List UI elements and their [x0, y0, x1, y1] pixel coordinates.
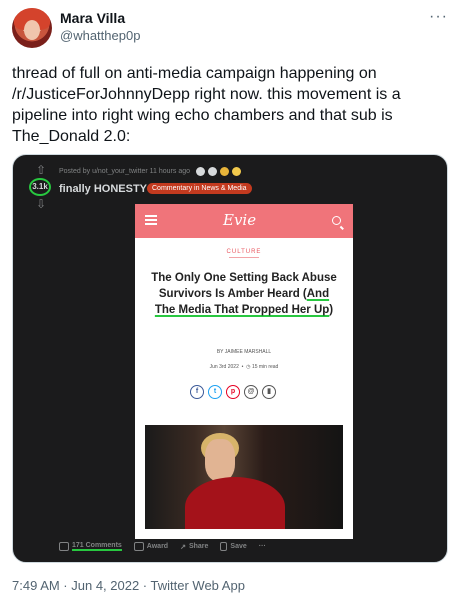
award-icon [208, 167, 218, 176]
tweet-media-screenshot[interactable]: ⇧ 3.1k ⇩ Posted by u/not_your_twitter 11… [12, 154, 448, 563]
email-icon: @ [244, 385, 258, 399]
award-icon [196, 167, 206, 176]
flipboard-icon: ▮ [262, 385, 276, 399]
category-divider [229, 257, 259, 258]
tweet-text: thread of full on anti-media campaign ha… [12, 65, 401, 145]
award-label: Award [146, 543, 169, 550]
article-header: Evie [135, 204, 353, 238]
save-label: Save [230, 543, 247, 550]
menu-icon [145, 215, 157, 225]
posted-by: Posted by u/not_your_twitter 11 hours ag… [59, 168, 191, 175]
site-logo: Evie [223, 211, 257, 229]
search-icon [332, 216, 341, 225]
tweet-timestamp[interactable]: 7:49 AM · Jun 4, 2022 · Twitter Web App [12, 578, 245, 593]
article-screenshot: Evie CULTURE The Only One Setting Back A… [135, 204, 353, 539]
share-label: Share [188, 543, 209, 550]
author-name[interactable]: Mara Villa [60, 10, 125, 26]
twitter-icon: t [208, 385, 222, 399]
post-flair[interactable]: Commentary in News & Media [147, 183, 252, 194]
author-handle[interactable]: @whatthep0p [60, 28, 140, 43]
photo-face [205, 439, 235, 481]
tweet-card: Mara Villa @whatthep0p ··· thread of ful… [0, 0, 462, 600]
headline-end: ) [329, 304, 334, 316]
article-date-row: Jun 3rd 2022 • ◷ 15 min read [135, 364, 353, 370]
save-button[interactable]: Save [220, 542, 247, 551]
read-time: 15 min read [251, 364, 279, 370]
post-meta: Posted by u/not_your_twitter 11 hours ag… [59, 167, 242, 176]
share-icon: ↗ [180, 543, 186, 551]
avatar[interactable] [12, 8, 52, 48]
comments-button[interactable]: 171 Comments [59, 542, 122, 551]
award-button[interactable]: Award [133, 542, 169, 551]
award-icons [196, 167, 242, 176]
downvote-icon[interactable]: ⇩ [29, 198, 53, 210]
comment-icon [59, 542, 69, 551]
article-category: CULTURE [226, 249, 262, 255]
article-headline: The Only One Setting Back Abuse Survivor… [151, 270, 337, 318]
article-photo [145, 425, 343, 529]
article-byline: BY JAIMEE MARSHALL [216, 349, 272, 355]
article-date: Jun 3rd 2022 [209, 364, 239, 370]
facebook-icon: f [190, 385, 204, 399]
comments-label: 171 Comments [72, 542, 122, 551]
vote-column: ⇧ 3.1k ⇩ [29, 164, 53, 210]
photo-red-dress [185, 477, 285, 529]
pinterest-icon: p [226, 385, 240, 399]
post-action-bar: 171 Comments Award ↗ Share Save ··· [59, 542, 266, 551]
more-horizontal-icon[interactable]: ··· [429, 8, 448, 26]
vote-count: 3.1k [29, 178, 51, 196]
more-options-button[interactable]: ··· [259, 543, 266, 550]
award-icon [232, 167, 242, 176]
award-icon [220, 167, 230, 176]
gift-icon [133, 542, 144, 551]
post-title[interactable]: finally HONESTY [59, 183, 147, 195]
avatar-face [24, 20, 40, 40]
share-button[interactable]: ↗ Share [180, 543, 208, 551]
upvote-icon[interactable]: ⇧ [29, 164, 53, 176]
share-icons: f t p @ ▮ [190, 385, 276, 399]
bookmark-icon [220, 542, 228, 551]
clock-icon: ◷ [246, 364, 251, 370]
